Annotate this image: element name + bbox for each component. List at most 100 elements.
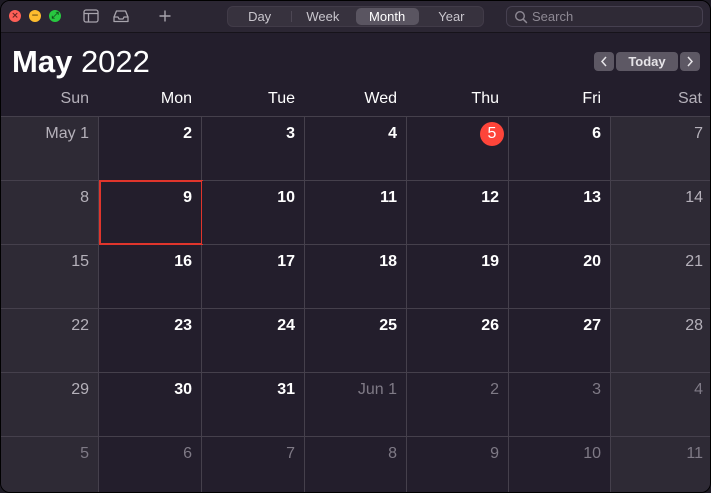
day-cell[interactable]: 31 xyxy=(202,373,305,436)
day-cell[interactable]: 13 xyxy=(509,181,611,244)
weekday-label: Sun xyxy=(60,90,89,107)
day-number: 23 xyxy=(174,317,192,334)
day-cell[interactable]: 30 xyxy=(99,373,202,436)
day-cell[interactable]: 5 xyxy=(1,437,99,492)
day-cell[interactable]: 28 xyxy=(611,309,710,372)
weekday-label: Fri xyxy=(582,90,601,107)
day-cell[interactable]: 8 xyxy=(1,181,99,244)
day-cell[interactable]: 7 xyxy=(202,437,305,492)
day-cell[interactable]: 8 xyxy=(305,437,407,492)
search-box xyxy=(506,6,703,27)
tab-week[interactable]: Week xyxy=(291,7,354,26)
day-cell[interactable]: 3 xyxy=(202,117,305,180)
day-cell[interactable]: 5 xyxy=(407,117,509,180)
zoom-icon: ⤢ xyxy=(51,11,59,21)
day-number: 10 xyxy=(583,445,601,462)
calendar-list-button[interactable] xyxy=(81,7,101,25)
day-cell[interactable]: 12 xyxy=(407,181,509,244)
day-number: 11 xyxy=(380,189,397,206)
day-cell[interactable]: 2 xyxy=(407,373,509,436)
day-cell[interactable]: 6 xyxy=(509,117,611,180)
title-month: May xyxy=(12,44,73,79)
search-icon xyxy=(514,10,528,24)
day-number: 9 xyxy=(490,445,499,462)
inbox-button[interactable] xyxy=(111,7,131,25)
day-cell[interactable]: 22 xyxy=(1,309,99,372)
day-number: 25 xyxy=(379,317,397,334)
day-cell[interactable]: 23 xyxy=(99,309,202,372)
day-number: 14 xyxy=(685,189,703,206)
day-cell[interactable]: 14 xyxy=(611,181,710,244)
day-cell[interactable]: 18 xyxy=(305,245,407,308)
toolbar: × − ⤢ Day Week Month Year xyxy=(1,1,710,33)
tab-day[interactable]: Day xyxy=(228,7,291,26)
day-cell[interactable]: 11 xyxy=(611,437,710,492)
day-cell[interactable]: 17 xyxy=(202,245,305,308)
day-number: 2 xyxy=(490,381,499,398)
close-icon: × xyxy=(11,11,19,21)
day-cell[interactable]: 7 xyxy=(611,117,710,180)
day-number: 30 xyxy=(174,381,192,398)
day-number: 3 xyxy=(592,381,601,398)
day-number: 5 xyxy=(480,122,504,146)
day-cell[interactable]: 25 xyxy=(305,309,407,372)
zoom-window-button[interactable]: ⤢ xyxy=(49,10,61,22)
day-cell[interactable]: Jun 1 xyxy=(305,373,407,436)
day-number: 28 xyxy=(685,317,703,334)
day-number: 4 xyxy=(694,381,703,398)
day-cell[interactable]: 26 xyxy=(407,309,509,372)
day-cell[interactable]: 10 xyxy=(202,181,305,244)
week-row: 15 16 17 18 19 20 21 xyxy=(1,245,710,309)
day-cell[interactable]: 29 xyxy=(1,373,99,436)
day-cell[interactable]: 4 xyxy=(305,117,407,180)
day-number: 10 xyxy=(277,189,295,206)
day-cell[interactable]: 15 xyxy=(1,245,99,308)
day-cell[interactable]: 4 xyxy=(611,373,710,436)
search-input[interactable] xyxy=(532,8,697,25)
day-cell[interactable]: May 1 xyxy=(1,117,99,180)
previous-month-button[interactable] xyxy=(594,52,614,71)
day-cell[interactable]: 20 xyxy=(509,245,611,308)
minimize-window-button[interactable]: − xyxy=(29,10,41,22)
week-row: 8 9 10 11 12 13 14 xyxy=(1,180,710,245)
week-row: 29 30 31 Jun 1 2 3 4 xyxy=(1,373,710,437)
today-button[interactable]: Today xyxy=(616,52,678,71)
day-cell[interactable]: 11 xyxy=(305,181,407,244)
day-number: 8 xyxy=(388,445,397,462)
tab-year[interactable]: Year xyxy=(420,7,483,26)
day-number: 3 xyxy=(286,125,295,142)
day-number: 2 xyxy=(183,125,192,142)
day-cell[interactable]: 9 xyxy=(407,437,509,492)
day-cell[interactable]: 6 xyxy=(99,437,202,492)
day-cell[interactable]: 10 xyxy=(509,437,611,492)
day-number: 8 xyxy=(80,189,89,206)
day-cell[interactable]: 21 xyxy=(611,245,710,308)
day-cell[interactable]: 24 xyxy=(202,309,305,372)
day-cell[interactable]: 2 xyxy=(99,117,202,180)
day-number: 6 xyxy=(592,125,601,142)
day-cell[interactable]: 27 xyxy=(509,309,611,372)
day-number: 17 xyxy=(277,253,295,270)
day-number: 21 xyxy=(685,253,703,270)
view-switcher: Day Week Month Year xyxy=(227,6,484,27)
day-number: 19 xyxy=(481,253,499,270)
weekday-label: Wed xyxy=(364,90,397,107)
day-number: 29 xyxy=(71,381,89,398)
day-cell[interactable]: 3 xyxy=(509,373,611,436)
day-number: 15 xyxy=(71,253,89,270)
day-number: 31 xyxy=(277,381,295,398)
day-number: 13 xyxy=(583,189,601,206)
add-event-button[interactable] xyxy=(155,7,175,25)
day-cell[interactable]: 9 xyxy=(99,180,203,245)
day-number: 9 xyxy=(183,189,192,206)
day-cell[interactable]: 16 xyxy=(99,245,202,308)
chevron-left-icon xyxy=(600,56,607,67)
tab-month[interactable]: Month xyxy=(355,8,419,25)
day-number: 20 xyxy=(583,253,601,270)
calendar-list-icon xyxy=(83,9,99,23)
close-window-button[interactable]: × xyxy=(9,10,21,22)
next-month-button[interactable] xyxy=(680,52,700,71)
weekday-label: Sat xyxy=(677,90,702,107)
day-cell[interactable]: 19 xyxy=(407,245,509,308)
weekday-label: Thu xyxy=(471,90,499,107)
